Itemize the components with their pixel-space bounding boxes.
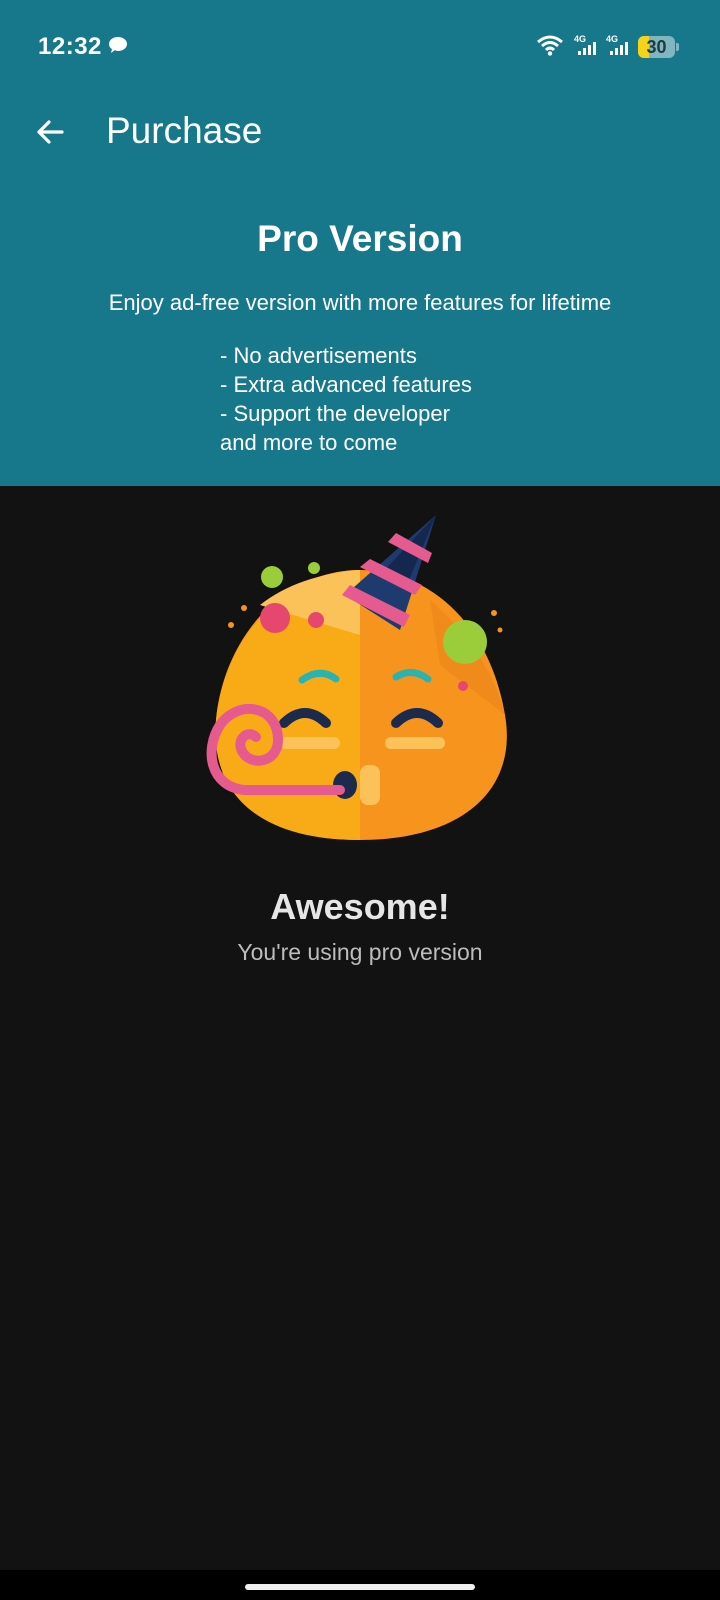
svg-text:4G: 4G	[574, 34, 586, 44]
home-indicator[interactable]	[245, 1584, 475, 1590]
party-emoji-icon	[200, 515, 520, 860]
pro-version-title: Pro Version	[257, 218, 463, 259]
awesome-headline: Awesome!	[270, 886, 450, 927]
page-title: Purchase	[106, 110, 263, 151]
feature-item: - Support the developer	[220, 401, 450, 426]
status-time: 12:32	[38, 33, 102, 60]
feature-item: - No advertisements	[220, 343, 417, 368]
svg-text:4G: 4G	[606, 34, 618, 44]
feature-list: - No advertisements - Extra advanced fea…	[220, 341, 472, 457]
back-button[interactable]	[22, 104, 78, 160]
feature-item: and more to come	[220, 430, 398, 455]
chat-bubble-icon	[108, 36, 128, 59]
battery-level: 30	[646, 37, 667, 57]
status-bar: 12:32 4G 4G 30	[0, 0, 720, 86]
pro-status-message: You're using pro version	[237, 939, 483, 965]
pro-version-subtitle: Enjoy ad-free version with more features…	[108, 290, 612, 315]
signal-icon: 4G	[574, 33, 598, 62]
feature-item: - Extra advanced features	[220, 372, 472, 397]
signal-icon: 4G	[606, 33, 630, 62]
arrow-left-icon	[37, 120, 64, 144]
purchase-header: 12:32 4G 4G 30 Purchase Pro Version Enjo…	[0, 0, 720, 486]
battery-icon: 30	[638, 36, 679, 58]
app-bar: Purchase	[0, 86, 720, 178]
wifi-icon	[536, 34, 564, 61]
